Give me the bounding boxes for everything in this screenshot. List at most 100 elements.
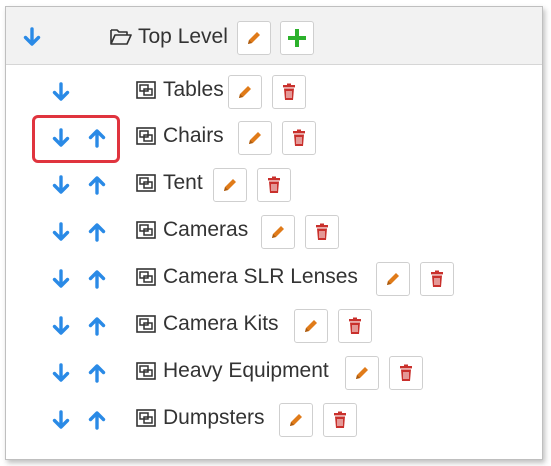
move-up-button[interactable]: [87, 315, 107, 337]
tree-node-label: Dumpsters: [163, 406, 265, 429]
tree-node-label: Camera SLR Lenses: [163, 265, 358, 288]
delete-button[interactable]: [305, 215, 339, 249]
arrow-up-icon: [88, 176, 106, 195]
move-down-button[interactable]: [51, 268, 71, 290]
arrow-down-icon: [52, 269, 70, 288]
move-down-button[interactable]: [51, 81, 71, 103]
trash-icon: [431, 270, 443, 287]
tree-node: Camera SLR Lenses: [135, 266, 358, 287]
move-up-button[interactable]: [87, 268, 107, 290]
tree-node-row: Tent: [6, 162, 542, 209]
tree-node-label: Heavy Equipment: [163, 359, 329, 382]
trash-icon: [400, 364, 412, 381]
move-down-button[interactable]: [51, 315, 71, 337]
arrow-down-icon: [52, 82, 70, 101]
arrow-up-icon: [88, 317, 106, 336]
move-down-button[interactable]: [22, 26, 42, 48]
tree-node-row: Camera SLR Lenses: [6, 256, 542, 303]
arrow-down-icon: [52, 363, 70, 382]
pencil-icon: [272, 226, 284, 238]
arrow-down-icon: [52, 316, 70, 335]
tree-node: Dumpsters: [135, 407, 265, 428]
category-node-icon: [136, 173, 156, 192]
arrow-up-icon: [88, 364, 106, 383]
trash-icon: [283, 83, 295, 100]
move-up-button[interactable]: [87, 221, 107, 243]
tree-node-label: Camera Kits: [163, 312, 279, 335]
arrow-down-icon: [52, 410, 70, 429]
category-node-icon: [136, 361, 156, 380]
pencil-icon: [224, 179, 236, 191]
edit-root-button[interactable]: [237, 21, 271, 55]
arrow-down-icon: [52, 128, 70, 147]
move-down-button[interactable]: [51, 221, 71, 243]
tree-root-row: Top Level: [6, 7, 542, 65]
delete-button[interactable]: [257, 168, 291, 202]
tree-node: Cameras: [135, 219, 248, 240]
arrow-up-icon: [88, 411, 106, 430]
arrow-down-icon: [52, 222, 70, 241]
delete-button[interactable]: [338, 309, 372, 343]
pencil-icon: [305, 320, 317, 332]
tree-node-row: Dumpsters: [6, 397, 542, 444]
folder-open-icon: [110, 28, 132, 45]
arrow-down-icon: [23, 27, 41, 46]
category-node-icon: [136, 80, 156, 99]
root-label: Top Level: [138, 25, 228, 48]
category-tree-panel: Top Level Tables Chairs Tent Cameras Camera …: [5, 6, 543, 460]
tree-node: Chairs: [135, 125, 224, 146]
add-child-button[interactable]: [280, 21, 314, 55]
tree-node-row: Heavy Equipment: [6, 350, 542, 397]
trash-icon: [293, 129, 305, 146]
delete-button[interactable]: [389, 356, 423, 390]
move-down-button[interactable]: [51, 174, 71, 196]
move-down-button[interactable]: [51, 409, 71, 431]
delete-button[interactable]: [420, 262, 454, 296]
move-down-button[interactable]: [51, 127, 71, 149]
delete-button[interactable]: [272, 75, 306, 109]
tree-node-label: Chairs: [163, 124, 224, 147]
move-down-button[interactable]: [51, 362, 71, 384]
arrow-up-icon: [88, 223, 106, 242]
tree-node-row: Tables: [6, 69, 542, 116]
arrow-up-icon: [88, 270, 106, 289]
tree-node: Tent: [135, 172, 203, 193]
edit-button[interactable]: [213, 168, 247, 202]
tree-node-label: Tent: [163, 171, 203, 194]
move-up-button[interactable]: [87, 174, 107, 196]
arrow-down-icon: [52, 175, 70, 194]
tree-node: Camera Kits: [135, 313, 279, 334]
category-node-icon: [136, 126, 156, 145]
tree-node-row: Cameras: [6, 209, 542, 256]
trash-icon: [316, 223, 328, 240]
tree-node-row: Camera Kits: [6, 303, 542, 350]
delete-button[interactable]: [323, 403, 357, 437]
trash-icon: [268, 176, 280, 193]
tree-node: Heavy Equipment: [135, 360, 329, 381]
edit-button[interactable]: [345, 356, 379, 390]
tree-node-label: Tables: [163, 78, 224, 101]
edit-button[interactable]: [228, 75, 262, 109]
pencil-icon: [249, 132, 261, 144]
pencil-icon: [356, 367, 368, 379]
arrow-up-icon: [88, 129, 106, 148]
move-up-button[interactable]: [87, 362, 107, 384]
edit-button[interactable]: [376, 262, 410, 296]
plus-icon: [288, 29, 306, 47]
category-node-icon: [136, 314, 156, 333]
trash-icon: [349, 317, 361, 334]
tree-node-row: Chairs: [6, 115, 542, 162]
move-up-button[interactable]: [87, 127, 107, 149]
tree-node-label: Cameras: [163, 218, 249, 241]
edit-button[interactable]: [279, 403, 313, 437]
move-up-button[interactable]: [87, 409, 107, 431]
tree-node: Tables: [135, 79, 224, 100]
pencil-icon: [248, 32, 260, 44]
delete-button[interactable]: [282, 121, 316, 155]
pencil-icon: [387, 273, 399, 285]
edit-button[interactable]: [261, 215, 295, 249]
category-node-icon: [136, 408, 156, 427]
trash-icon: [334, 411, 346, 428]
edit-button[interactable]: [238, 121, 272, 155]
edit-button[interactable]: [294, 309, 328, 343]
